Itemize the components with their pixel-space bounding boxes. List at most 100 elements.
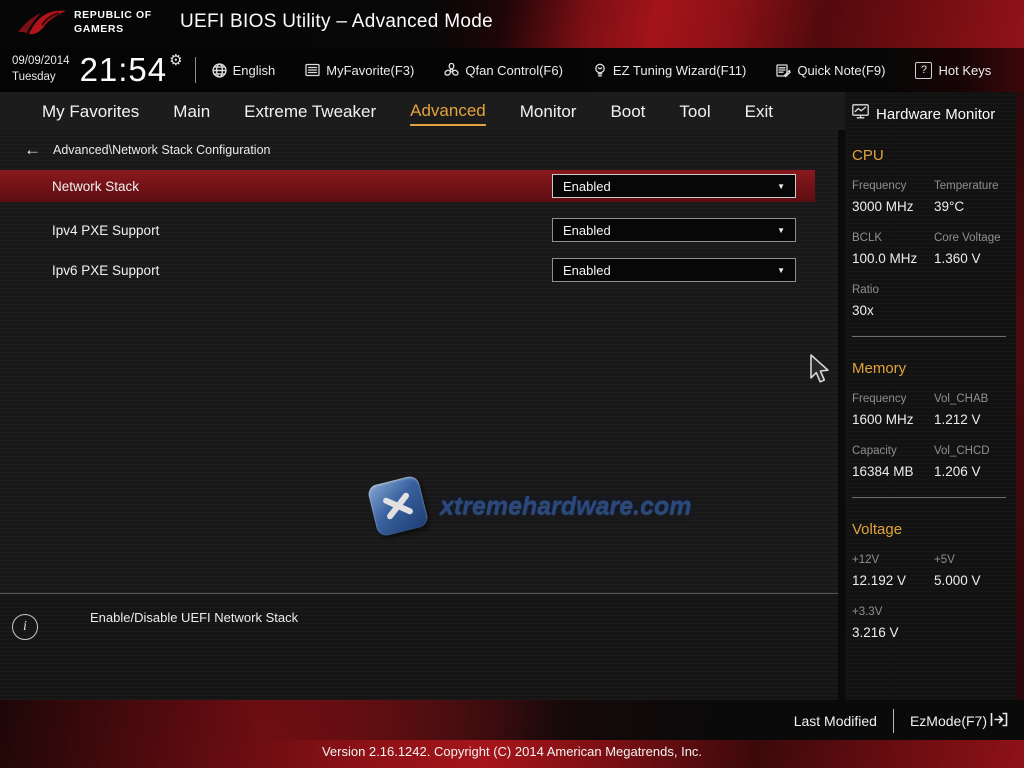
fan-icon	[444, 63, 459, 78]
dropdown-value: Enabled	[563, 179, 611, 194]
gear-icon[interactable]: ⚙	[169, 51, 182, 69]
entry-value: 5.000 V	[934, 573, 1016, 588]
ezmode-button[interactable]: EzMode(F7)	[910, 712, 1008, 730]
main-menu-bar: My Favorites Main Extreme Tweaker Advanc…	[0, 92, 845, 130]
ipv4-pxe-dropdown[interactable]: Enabled ▼	[552, 218, 796, 242]
ez-tuning-label: EZ Tuning Wizard(F11)	[613, 63, 746, 78]
ez-tuning-button[interactable]: EZ Tuning Wizard(F11)	[593, 63, 746, 78]
ezmode-label: EzMode(F7)	[910, 713, 987, 729]
section-divider	[852, 336, 1006, 337]
tab-tool[interactable]: Tool	[679, 98, 710, 125]
hm-entry: Vol_CHCD 1.206 V	[934, 445, 1016, 479]
section-divider	[852, 497, 1006, 498]
help-panel: i Enable/Disable UEFI Network Stack	[0, 593, 838, 700]
entry-value: 100.0 MHz	[852, 251, 934, 266]
hm-entry: Frequency 3000 MHz	[852, 180, 934, 214]
tab-extreme-tweaker[interactable]: Extreme Tweaker	[244, 98, 376, 125]
entry-value: 30x	[852, 303, 934, 318]
qfan-button[interactable]: Qfan Control(F6)	[444, 63, 563, 78]
statusbar-divider	[893, 709, 894, 733]
footer-zone: Last Modified EzMode(F7) Version 2.16.12…	[0, 700, 1024, 768]
memory-grid: Frequency 1600 MHz Vol_CHAB 1.212 V Capa…	[852, 393, 1016, 479]
ipv6-pxe-dropdown[interactable]: Enabled ▼	[552, 258, 796, 282]
section-heading-cpu: CPU	[852, 147, 1016, 164]
toolbar: 09/09/2014 Tuesday 21:54 ⚙ English	[0, 48, 1024, 92]
language-label: English	[233, 63, 276, 78]
watermark: xtremehardware.com	[372, 480, 692, 532]
chevron-down-icon: ▼	[777, 266, 785, 275]
entry-label: Core Voltage	[934, 232, 1016, 244]
entry-label: +3.3V	[852, 606, 934, 618]
hm-entry: +12V 12.192 V	[852, 554, 934, 588]
hm-entry: BCLK 100.0 MHz	[852, 232, 934, 266]
cpu-grid: Frequency 3000 MHz Temperature 39°C BCLK…	[852, 180, 1016, 318]
entry-label: Capacity	[852, 445, 934, 457]
quick-note-button[interactable]: Quick Note(F9)	[776, 63, 885, 78]
hot-keys-label: Hot Keys	[938, 63, 991, 78]
myfavorite-label: MyFavorite(F3)	[326, 63, 414, 78]
quick-note-label: Quick Note(F9)	[797, 63, 885, 78]
lightbulb-icon	[593, 63, 607, 78]
entry-value: 12.192 V	[852, 573, 934, 588]
entry-value: 1.206 V	[934, 464, 1016, 479]
tab-exit[interactable]: Exit	[745, 98, 773, 125]
globe-icon	[212, 63, 227, 78]
hot-keys-button[interactable]: ? Hot Keys	[915, 62, 991, 79]
section-heading-memory: Memory	[852, 360, 1016, 377]
language-button[interactable]: English	[212, 63, 276, 78]
header-bar: REPUBLIC OF GAMERS UEFI BIOS Utility – A…	[0, 0, 1024, 48]
myfavorite-button[interactable]: MyFavorite(F3)	[305, 63, 414, 78]
hardware-monitor-panel: Hardware Monitor CPU Frequency 3000 MHz …	[845, 92, 1016, 700]
entry-value: 1.212 V	[934, 412, 1016, 427]
tab-advanced[interactable]: Advanced	[410, 97, 486, 126]
settings-panel: ← Advanced\Network Stack Configuration N…	[0, 130, 838, 593]
network-stack-dropdown[interactable]: Enabled ▼	[552, 174, 796, 198]
tab-my-favorites[interactable]: My Favorites	[42, 98, 139, 125]
entry-label: Ratio	[852, 284, 934, 296]
rog-logo-icon	[16, 5, 68, 43]
setting-row-ipv6-pxe[interactable]: Ipv6 PXE Support Enabled ▼	[0, 254, 838, 286]
entry-label: Frequency	[852, 393, 934, 405]
version-text: Version 2.16.1242. Copyright (C) 2014 Am…	[0, 744, 1024, 759]
time-display[interactable]: 21:54	[80, 51, 168, 89]
breadcrumb: ← Advanced\Network Stack Configuration	[24, 141, 838, 158]
right-edge-accent	[1016, 92, 1024, 700]
watermark-badge-icon	[366, 474, 429, 537]
statusbar: Last Modified EzMode(F7)	[794, 709, 1008, 733]
breadcrumb-path: Advanced\Network Stack Configuration	[53, 143, 270, 157]
entry-value: 39°C	[934, 199, 1016, 214]
entry-label: Frequency	[852, 180, 934, 192]
help-text: Enable/Disable UEFI Network Stack	[90, 610, 298, 625]
dropdown-value: Enabled	[563, 223, 611, 238]
toolbar-items: English MyFavorite(F3)	[212, 62, 992, 79]
page-title: UEFI BIOS Utility – Advanced Mode	[180, 11, 493, 33]
favorites-icon	[305, 63, 320, 77]
back-arrow-icon[interactable]: ←	[24, 141, 41, 158]
hardware-monitor-title: Hardware Monitor	[876, 106, 995, 123]
note-icon	[776, 63, 791, 78]
hm-entry: Capacity 16384 MB	[852, 445, 934, 479]
date-display[interactable]: 09/09/2014 Tuesday	[12, 54, 70, 85]
tab-monitor[interactable]: Monitor	[520, 98, 577, 125]
setting-label: Ipv4 PXE Support	[52, 223, 159, 238]
brand-line2: GAMERS	[74, 23, 152, 37]
hm-entry: Temperature 39°C	[934, 180, 1016, 214]
question-icon: ?	[915, 62, 932, 79]
uefi-bios-screen: REPUBLIC OF GAMERS UEFI BIOS Utility – A…	[0, 0, 1024, 768]
voltage-grid: +12V 12.192 V +5V 5.000 V +3.3V 3.216 V	[852, 554, 1016, 640]
setting-label: Network Stack	[52, 179, 139, 194]
info-icon: i	[12, 614, 38, 640]
mouse-cursor-icon	[808, 354, 832, 391]
hm-entry: Vol_CHAB 1.212 V	[934, 393, 1016, 427]
tab-main[interactable]: Main	[173, 98, 210, 125]
date-value: 09/09/2014	[12, 54, 70, 70]
setting-row-network-stack[interactable]: Network Stack Enabled ▼	[0, 170, 815, 202]
hm-entry: Core Voltage 1.360 V	[934, 232, 1016, 266]
last-modified-button[interactable]: Last Modified	[794, 713, 877, 729]
setting-row-ipv4-pxe[interactable]: Ipv4 PXE Support Enabled ▼	[0, 214, 838, 246]
tab-boot[interactable]: Boot	[610, 98, 645, 125]
entry-label: BCLK	[852, 232, 934, 244]
toolbar-divider	[195, 57, 196, 83]
entry-value: 1.360 V	[934, 251, 1016, 266]
entry-label: Temperature	[934, 180, 1016, 192]
